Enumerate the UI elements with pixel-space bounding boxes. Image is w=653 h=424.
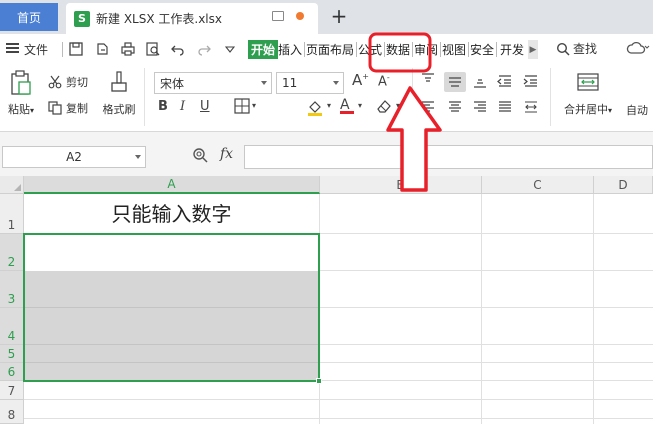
annotation-overlay bbox=[368, 32, 442, 192]
annotation-highlight-circle bbox=[368, 32, 432, 73]
annotation-arrow bbox=[386, 86, 442, 192]
